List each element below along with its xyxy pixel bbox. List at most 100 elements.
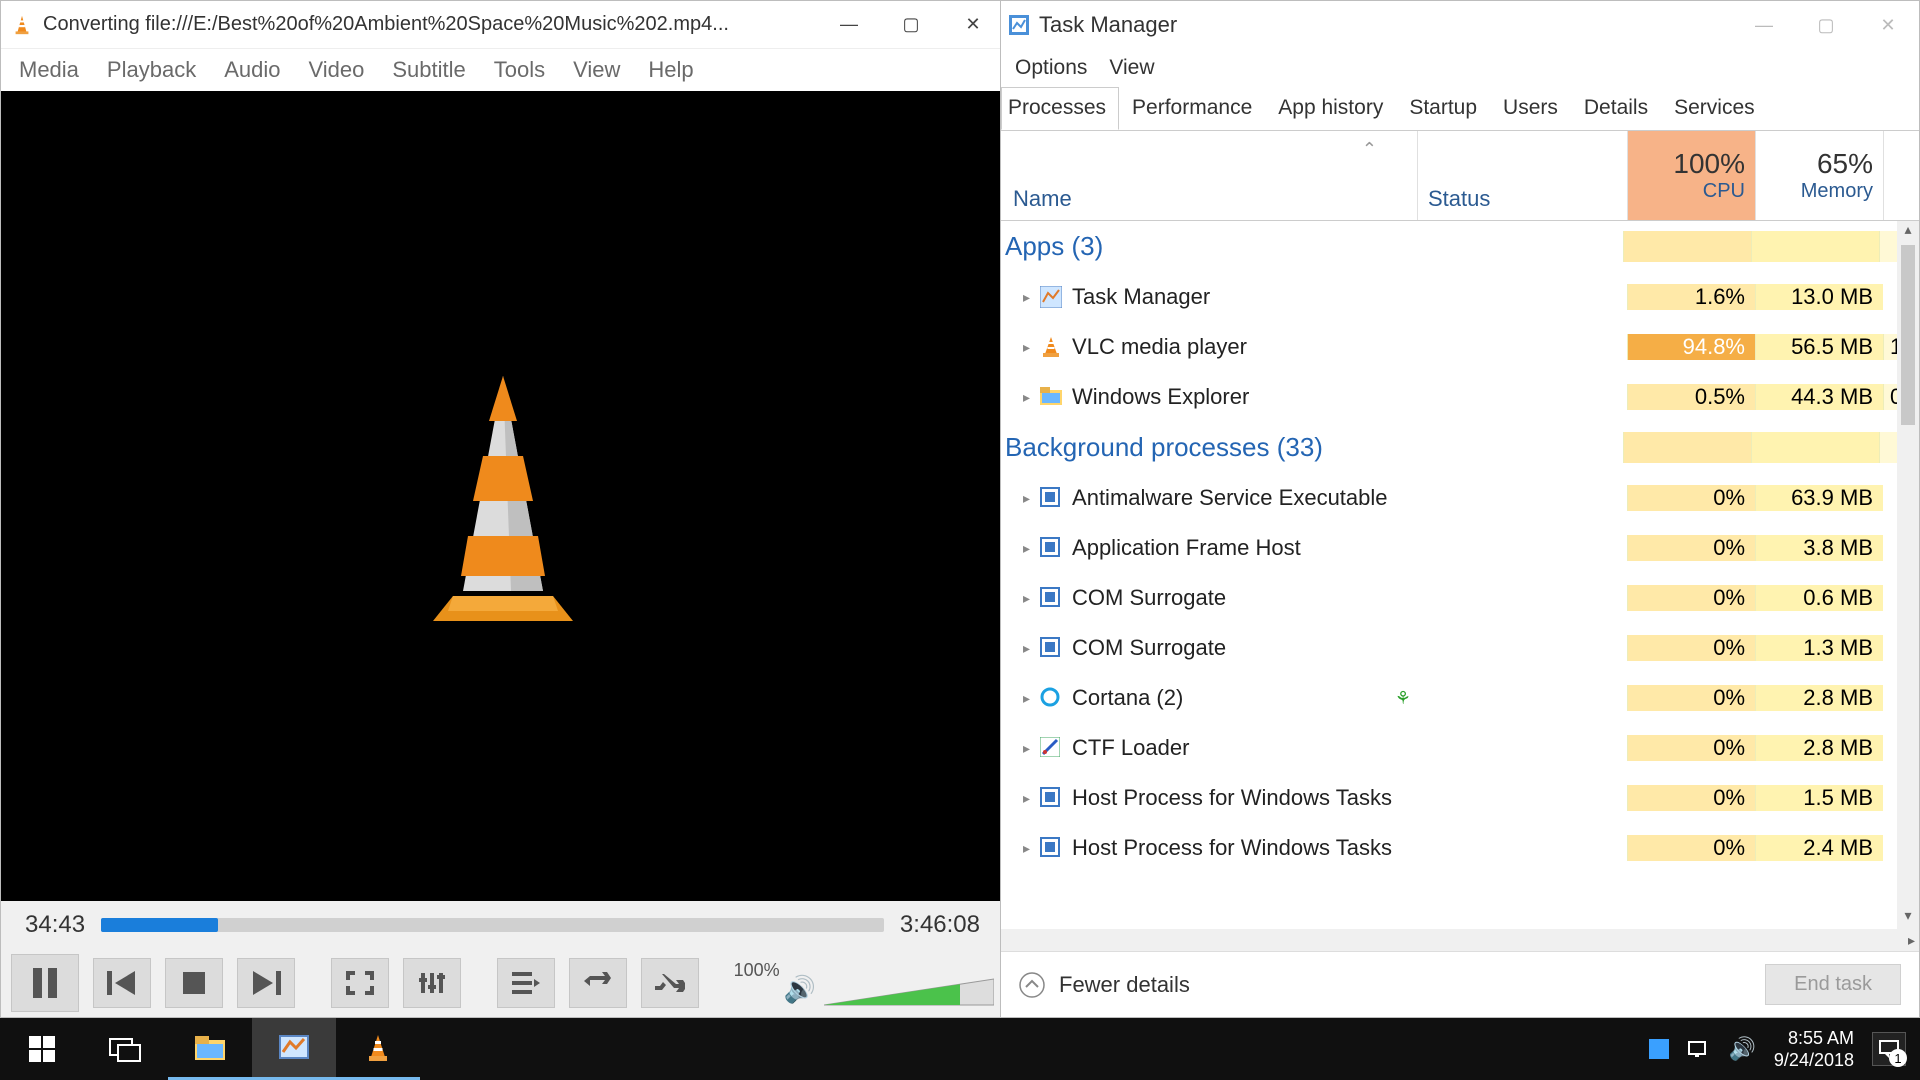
- end-task-button[interactable]: End task: [1765, 964, 1901, 1005]
- process-name: COM Surrogate: [1072, 585, 1226, 611]
- tm-close-button[interactable]: ✕: [1857, 1, 1919, 49]
- speaker-icon[interactable]: 🔊: [784, 974, 816, 1005]
- task-view-button[interactable]: [84, 1018, 168, 1080]
- tm-menu-options[interactable]: Options: [1015, 56, 1087, 80]
- scroll-down-icon[interactable]: ▾: [1904, 907, 1911, 929]
- chevron-up-circle-icon[interactable]: [1019, 972, 1045, 998]
- scroll-right-icon[interactable]: ▸: [1908, 932, 1915, 949]
- seek-slider[interactable]: [101, 918, 884, 932]
- cpu-cell: 0%: [1627, 485, 1755, 511]
- process-name: Windows Explorer: [1072, 384, 1249, 410]
- extended-settings-button[interactable]: [403, 958, 461, 1008]
- time-total[interactable]: 3:46:08: [900, 911, 980, 939]
- menu-help[interactable]: Help: [648, 57, 693, 83]
- col-memory[interactable]: 65% Memory: [1755, 131, 1883, 220]
- tab-users[interactable]: Users: [1490, 87, 1571, 130]
- cpu-cell: 0%: [1627, 735, 1755, 761]
- process-row[interactable]: ▸Task Manager 1.6% 13.0 MB: [1001, 272, 1919, 322]
- process-icon: [1040, 737, 1062, 759]
- col-extra[interactable]: [1883, 131, 1919, 220]
- tab-services[interactable]: Services: [1661, 87, 1768, 130]
- minimize-button[interactable]: —: [818, 1, 880, 49]
- taskbar-task-manager[interactable]: [252, 1018, 336, 1080]
- process-row[interactable]: ▸Host Process for Windows Tasks 0% 2.4 M…: [1001, 823, 1919, 873]
- tm-tabs: Processes Performance App history Startu…: [1001, 87, 1919, 131]
- notification-count: 1: [1889, 1049, 1907, 1067]
- window-buttons: — ▢ ✕: [818, 1, 1004, 49]
- start-button[interactable]: [0, 1018, 84, 1080]
- col-name[interactable]: ⌃ Name: [1001, 131, 1417, 220]
- cpu-cell: 0%: [1627, 685, 1755, 711]
- fewer-details-link[interactable]: Fewer details: [1059, 972, 1190, 998]
- maximize-button[interactable]: ▢: [880, 1, 942, 49]
- process-row[interactable]: ▸Host Process for Windows Tasks 0% 1.5 M…: [1001, 773, 1919, 823]
- next-button[interactable]: [237, 958, 295, 1008]
- tm-minimize-button[interactable]: —: [1733, 1, 1795, 49]
- action-center-button[interactable]: 1: [1872, 1032, 1906, 1066]
- cpu-cell: 0.5%: [1627, 384, 1755, 410]
- tm-process-list[interactable]: Apps (3) ▸Task Manager 1.6% 13.0 MB ▸VLC…: [1001, 221, 1919, 929]
- taskbar-vlc[interactable]: [336, 1018, 420, 1080]
- time-elapsed[interactable]: 34:43: [25, 911, 85, 939]
- menu-media[interactable]: Media: [19, 57, 79, 83]
- clock-date: 9/24/2018: [1774, 1049, 1854, 1071]
- memory-cell: 0.6 MB: [1755, 585, 1883, 611]
- close-button[interactable]: ✕: [942, 1, 1004, 49]
- process-name: Antimalware Service Executable: [1072, 485, 1387, 511]
- process-row[interactable]: ▸Windows Explorer 0.5% 44.3 MB 0.: [1001, 372, 1919, 422]
- process-group-header[interactable]: Apps (3): [1001, 221, 1919, 272]
- menu-tools[interactable]: Tools: [494, 57, 545, 83]
- process-icon: [1040, 537, 1062, 559]
- playlist-button[interactable]: [497, 958, 555, 1008]
- tm-maximize-button[interactable]: ▢: [1795, 1, 1857, 49]
- tab-performance[interactable]: Performance: [1119, 87, 1265, 130]
- vlc-controls: 100% 🔊: [1, 949, 1004, 1017]
- tab-details[interactable]: Details: [1571, 87, 1661, 130]
- col-status[interactable]: Status: [1417, 131, 1627, 220]
- cpu-cell: 0%: [1627, 835, 1755, 861]
- process-row[interactable]: ▸Application Frame Host 0% 3.8 MB: [1001, 523, 1919, 573]
- vlc-cone-icon: [11, 14, 33, 36]
- skip-back-icon: [107, 971, 137, 995]
- clock[interactable]: 8:55 AM 9/24/2018: [1774, 1027, 1854, 1071]
- taskbar: 🔊 8:55 AM 9/24/2018 1: [0, 1018, 1920, 1080]
- menu-subtitle[interactable]: Subtitle: [392, 57, 465, 83]
- video-area[interactable]: [1, 91, 1004, 901]
- horizontal-scrollbar[interactable]: ▸: [1001, 929, 1919, 951]
- process-row[interactable]: ▸Cortana (2)⚘ 0% 2.8 MB: [1001, 673, 1919, 723]
- scroll-up-icon[interactable]: ▴: [1904, 221, 1911, 243]
- vlc-cone-logo-icon: [383, 366, 623, 626]
- tab-app-history[interactable]: App history: [1265, 87, 1396, 130]
- volume-slider[interactable]: [824, 977, 994, 1007]
- menu-video[interactable]: Video: [308, 57, 364, 83]
- tm-menubar: Options View: [1001, 49, 1919, 87]
- process-row[interactable]: ▸COM Surrogate 0% 1.3 MB: [1001, 623, 1919, 673]
- col-cpu[interactable]: 100% CPU: [1627, 131, 1755, 220]
- previous-button[interactable]: [93, 958, 151, 1008]
- volume-icon[interactable]: 🔊: [1729, 1036, 1756, 1062]
- menu-view[interactable]: View: [573, 57, 620, 83]
- process-row[interactable]: ▸VLC media player 94.8% 56.5 MB 1.: [1001, 322, 1919, 372]
- scroll-thumb[interactable]: [1901, 245, 1915, 425]
- pause-button[interactable]: [11, 954, 79, 1012]
- tab-processes[interactable]: Processes: [1001, 87, 1119, 130]
- chevron-up-icon: ⌃: [1362, 139, 1377, 160]
- shuffle-icon: [655, 971, 685, 995]
- tray-app-icon[interactable]: [1649, 1039, 1669, 1059]
- stop-button[interactable]: [165, 958, 223, 1008]
- network-icon[interactable]: [1687, 1039, 1711, 1059]
- vertical-scrollbar[interactable]: ▴ ▾: [1897, 221, 1919, 929]
- menu-playback[interactable]: Playback: [107, 57, 196, 83]
- fullscreen-button[interactable]: [331, 958, 389, 1008]
- shuffle-button[interactable]: [641, 958, 699, 1008]
- process-icon: [1040, 336, 1062, 358]
- tm-menu-view[interactable]: View: [1109, 56, 1154, 80]
- tab-startup[interactable]: Startup: [1396, 87, 1490, 130]
- process-row[interactable]: ▸CTF Loader 0% 2.8 MB: [1001, 723, 1919, 773]
- process-row[interactable]: ▸COM Surrogate 0% 0.6 MB: [1001, 573, 1919, 623]
- menu-audio[interactable]: Audio: [224, 57, 280, 83]
- process-row[interactable]: ▸Antimalware Service Executable 0% 63.9 …: [1001, 473, 1919, 523]
- loop-button[interactable]: [569, 958, 627, 1008]
- process-group-header[interactable]: Background processes (33): [1001, 422, 1919, 473]
- taskbar-explorer[interactable]: [168, 1018, 252, 1080]
